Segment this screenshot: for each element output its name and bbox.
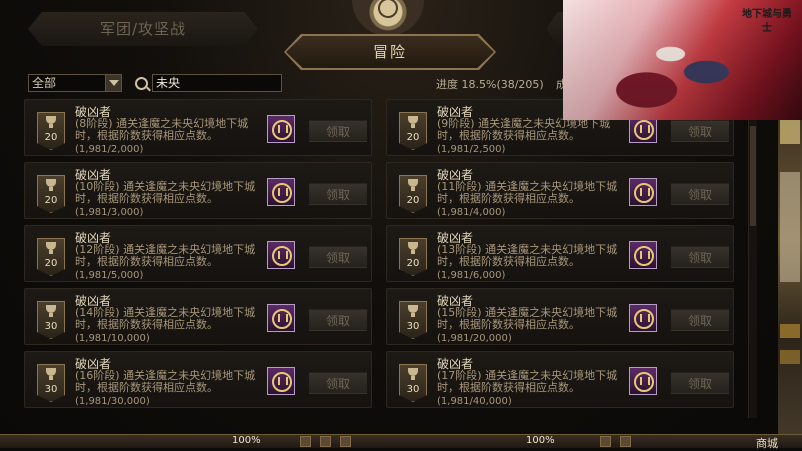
claim-button[interactable]: 领取 (671, 372, 729, 394)
shop-button[interactable]: 商城 (756, 435, 778, 451)
achievement-progress: (1,981/30,000) (75, 396, 150, 407)
achievement-card: 20 破凶者 (13阶段) 通关逢魔之未央幻境地下城时，根据阶数获得相应点数。 … (386, 225, 734, 282)
reward-icon[interactable] (267, 241, 295, 269)
trophy-badge-icon: 20 (37, 112, 65, 150)
progress-text: 进度 18.5%(38/205) (436, 78, 544, 91)
side-decor (780, 118, 800, 144)
reward-icon[interactable] (629, 367, 657, 395)
scrollbar-thumb[interactable] (750, 126, 756, 226)
search-input[interactable]: 未央 (152, 74, 282, 92)
achievement-desc: (9阶段) 通关逢魔之未央幻境地下城时，根据阶数获得相应点数。 (437, 117, 611, 142)
skill-slot-icon[interactable] (300, 436, 311, 447)
claim-button[interactable]: 领取 (309, 246, 367, 268)
achievement-progress: (1,981/40,000) (437, 396, 512, 407)
achievement-desc: (16阶段) 通关逢魔之未央幻境地下城时，根据阶数获得相应点数。 (75, 369, 256, 394)
bottom-hud: 100% 100% 商城 (0, 434, 802, 451)
category-dropdown[interactable]: 全部 (28, 74, 122, 92)
game-logo: 地下城与勇士 (742, 9, 792, 34)
achievement-list: 20 破凶者 (8阶段) 通关逢魔之未央幻境地下城时，根据阶数获得相应点数。 (… (24, 96, 772, 421)
achievement-desc: (13阶段) 通关逢魔之未央幻境地下城时，根据阶数获得相应点数。 (437, 243, 618, 268)
claim-button[interactable]: 领取 (671, 246, 729, 268)
achievement-desc: (14阶段) 通关逢魔之未央幻境地下城时，根据阶数获得相应点数。 (75, 306, 256, 331)
claim-button[interactable]: 领取 (309, 183, 367, 205)
trophy-badge-icon: 30 (37, 364, 65, 402)
achievement-desc: (17阶段) 通关逢魔之未央幻境地下城时，根据阶数获得相应点数。 (437, 369, 618, 394)
claim-button[interactable]: 领取 (309, 309, 367, 331)
skill-slot-icon[interactable] (600, 436, 611, 447)
skill-slot-icon[interactable] (340, 436, 351, 447)
achievement-progress: (1,981/2,000) (75, 144, 144, 155)
achievement-card: 20 破凶者 (11阶段) 通关逢魔之未央幻境地下城时，根据阶数获得相应点数。 … (386, 162, 734, 219)
achievement-progress: (1,981/20,000) (437, 333, 512, 344)
reward-icon[interactable] (267, 367, 295, 395)
claim-button[interactable]: 领取 (671, 309, 729, 331)
claim-button[interactable]: 领取 (309, 372, 367, 394)
category-selected: 全部 (32, 76, 57, 90)
achievement-desc: (15阶段) 通关逢魔之未央幻境地下城时，根据阶数获得相应点数。 (437, 306, 618, 331)
chevron-down-icon[interactable] (105, 75, 121, 91)
achievement-desc: (8阶段) 通关逢魔之未央幻境地下城时，根据阶数获得相应点数。 (75, 117, 249, 142)
tab-legion-siege[interactable]: 军团/攻坚战 (28, 12, 258, 46)
achievement-card: 30 破凶者 (14阶段) 通关逢魔之未央幻境地下城时，根据阶数获得相应点数。 … (24, 288, 372, 345)
side-decor (780, 350, 800, 364)
achievement-desc: (12阶段) 通关逢魔之未央幻境地下城时，根据阶数获得相应点数。 (75, 243, 256, 268)
achievement-desc: (10阶段) 通关逢魔之未央幻境地下城时，根据阶数获得相应点数。 (75, 180, 256, 205)
achievement-progress: (1,981/5,000) (75, 270, 144, 281)
achievement-card: 20 破凶者 (10阶段) 通关逢魔之未央幻境地下城时，根据阶数获得相应点数。 … (24, 162, 372, 219)
trophy-badge-icon: 30 (399, 364, 427, 402)
trophy-badge-icon: 20 (399, 238, 427, 276)
achievement-progress: (1,981/6,000) (437, 270, 506, 281)
achievement-card: 20 破凶者 (12阶段) 通关逢魔之未央幻境地下城时，根据阶数获得相应点数。 … (24, 225, 372, 282)
achievement-card: 30 破凶者 (16阶段) 通关逢魔之未央幻境地下城时，根据阶数获得相应点数。 … (24, 351, 372, 408)
reward-icon[interactable] (267, 304, 295, 332)
achievement-progress: (1,981/4,000) (437, 207, 506, 218)
achievement-progress: (1,981/10,000) (75, 333, 150, 344)
achievement-progress: (1,981/2,500) (437, 144, 506, 155)
skill-slot-icon[interactable] (320, 436, 331, 447)
tab-adventure[interactable]: 冒险 (286, 36, 494, 68)
claim-button[interactable]: 领取 (671, 183, 729, 205)
reward-icon[interactable] (267, 115, 295, 143)
skill-slot-icon[interactable] (620, 436, 631, 447)
achievement-desc: (11阶段) 通关逢魔之未央幻境地下城时，根据阶数获得相应点数。 (437, 180, 618, 205)
achievement-card: 30 破凶者 (17阶段) 通关逢魔之未央幻境地下城时，根据阶数获得相应点数。 … (386, 351, 734, 408)
trophy-badge-icon: 20 (37, 175, 65, 213)
promo-art-image: 地下城与勇士 (563, 0, 802, 120)
hp-percent: 100% (232, 435, 261, 446)
claim-button[interactable]: 领取 (671, 120, 729, 142)
trophy-badge-icon: 20 (37, 238, 65, 276)
mp-percent: 100% (526, 435, 555, 446)
reward-icon[interactable] (629, 178, 657, 206)
search-icon (135, 77, 148, 90)
trophy-badge-icon: 30 (37, 301, 65, 339)
reward-icon[interactable] (629, 304, 657, 332)
trophy-badge-icon: 20 (399, 112, 427, 150)
side-decor (780, 172, 800, 282)
claim-button[interactable]: 领取 (309, 120, 367, 142)
trophy-badge-icon: 30 (399, 301, 427, 339)
trophy-badge-icon: 20 (399, 175, 427, 213)
achievement-card: 20 破凶者 (8阶段) 通关逢魔之未央幻境地下城时，根据阶数获得相应点数。 (… (24, 99, 372, 156)
list-scrollbar[interactable] (748, 96, 757, 418)
reward-icon[interactable] (629, 241, 657, 269)
reward-icon[interactable] (267, 178, 295, 206)
right-side-panel (778, 110, 802, 435)
achievement-card: 30 破凶者 (15阶段) 通关逢魔之未央幻境地下城时，根据阶数获得相应点数。 … (386, 288, 734, 345)
side-decor (780, 324, 800, 338)
achievement-progress: (1,981/3,000) (75, 207, 144, 218)
